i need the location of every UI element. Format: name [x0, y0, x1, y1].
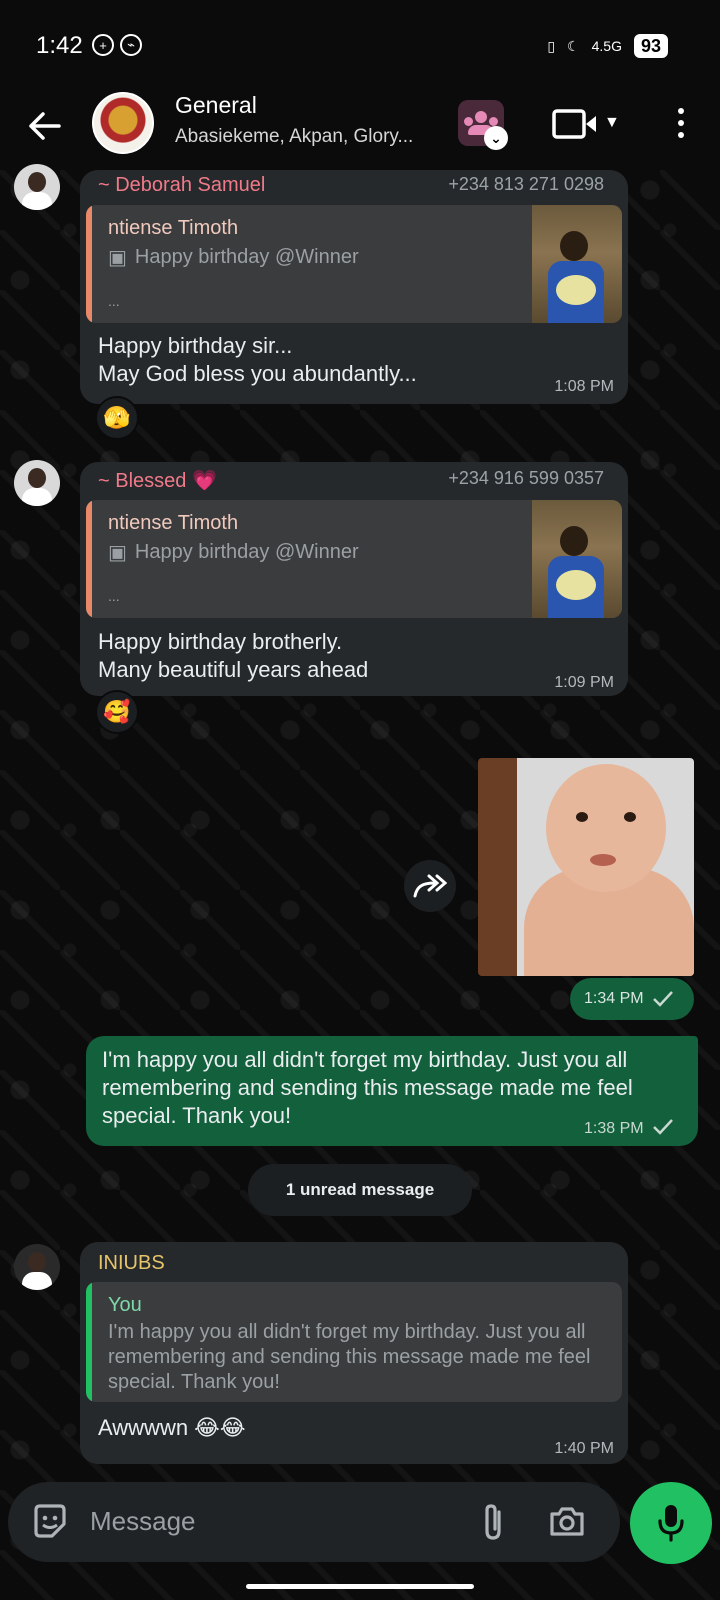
- sender-phone: +234 916 599 0357: [448, 468, 604, 488]
- check-icon: [653, 991, 673, 1007]
- sender-avatar[interactable]: [14, 460, 60, 506]
- video-call-icon[interactable]: [552, 108, 604, 140]
- message-time: 1:09 PM: [554, 674, 614, 691]
- status-time: 1:42: [36, 32, 83, 59]
- caret-down-icon[interactable]: ▼: [604, 114, 620, 132]
- message-bubble[interactable]: INIUBS You I'm happy you all didn't forg…: [80, 1242, 628, 1464]
- arrow-left-icon: [29, 112, 61, 140]
- message-time: 1:34 PM: [584, 990, 644, 1007]
- chevron-down-icon[interactable]: ⌄: [484, 126, 508, 150]
- moon-icon: ☾: [567, 37, 580, 54]
- message-text: Happy birthday brotherly. Many beautiful…: [98, 629, 369, 682]
- camera-icon[interactable]: [548, 1504, 586, 1538]
- message-text: Happy birthday sir... May God bless you …: [98, 333, 417, 386]
- quote-author: ntiense Timoth: [108, 512, 239, 534]
- paperclip-icon[interactable]: [478, 1502, 508, 1542]
- message-time: 1:38 PM: [584, 1120, 644, 1137]
- vibrate-icon: ▯: [547, 37, 556, 54]
- outgoing-message-bubble[interactable]: I'm happy you all didn't forget my birth…: [86, 1036, 698, 1146]
- quote-ellipsis: ...: [108, 293, 120, 309]
- message-input[interactable]: Message: [90, 1506, 196, 1537]
- quote-author: ntiense Timoth: [108, 217, 239, 239]
- quote-text: ▣ Happy birthday @Winner: [108, 541, 359, 564]
- quote-ellipsis: ...: [108, 588, 120, 604]
- system-status: ▯ ☾ 4.5G 93: [547, 34, 668, 58]
- message-time: 1:40 PM: [554, 1440, 614, 1457]
- image-message[interactable]: [478, 758, 694, 976]
- quoted-message[interactable]: You I'm happy you all didn't forget my b…: [86, 1282, 622, 1402]
- check-icon: [653, 1119, 673, 1135]
- image-time-badge: 1:34 PM: [570, 978, 694, 1020]
- group-title[interactable]: General: [175, 92, 257, 119]
- forward-icon: [413, 874, 447, 898]
- forward-button[interactable]: [404, 860, 456, 912]
- sender-name[interactable]: ~ Blessed 💗: [98, 468, 217, 493]
- quote-text: ▣ Happy birthday @Winner: [108, 246, 359, 269]
- message-composer: Message: [8, 1482, 620, 1562]
- network-label: 4.5G: [591, 38, 622, 54]
- group-members[interactable]: Abasiekeme, Akpan, Glory...: [175, 126, 413, 148]
- sender-avatar[interactable]: [14, 1244, 60, 1290]
- unread-banner: 1 unread message: [248, 1164, 472, 1216]
- microphone-icon: [658, 1505, 684, 1542]
- messenger-icon: ⌁: [120, 34, 142, 56]
- back-button[interactable]: [24, 106, 64, 146]
- notification-icons: + ⌁: [92, 34, 142, 56]
- message-bubble[interactable]: ~ Blessed 💗 +234 916 599 0357 ntiense Ti…: [80, 462, 628, 696]
- quote-author: You: [108, 1294, 142, 1316]
- sticker-icon[interactable]: [30, 1502, 70, 1542]
- quote-thumbnail: [532, 500, 622, 618]
- image-icon: ▣: [108, 247, 127, 269]
- plus-notification-icon: +: [92, 34, 114, 56]
- battery-level: 93: [633, 34, 668, 58]
- chat-header: General Abasiekeme, Akpan, Glory... ⌄ ▼: [0, 90, 720, 170]
- quote-thumbnail: [532, 205, 622, 323]
- home-indicator[interactable]: [246, 1584, 474, 1589]
- quoted-message[interactable]: ntiense Timoth ▣ Happy birthday @Winner …: [86, 500, 622, 618]
- sender-name[interactable]: INIUBS: [98, 1252, 165, 1275]
- status-bar: 1:42 + ⌁ ▯ ☾ 4.5G 93: [0, 0, 720, 90]
- message-bubble[interactable]: ~ Deborah Samuel +234 813 271 0298 ntien…: [80, 170, 628, 404]
- quote-text: I'm happy you all didn't forget my birth…: [108, 1321, 591, 1393]
- sender-name[interactable]: ~ Deborah Samuel: [98, 174, 265, 197]
- quote-bar: [86, 500, 92, 618]
- sender-phone: +234 813 271 0298: [448, 174, 604, 194]
- group-avatar[interactable]: [92, 92, 154, 154]
- message-text: Awwwwn 😂😂: [98, 1415, 246, 1440]
- voice-record-button[interactable]: [630, 1482, 712, 1564]
- quoted-message[interactable]: ntiense Timoth ▣ Happy birthday @Winner …: [86, 205, 622, 323]
- quote-bar: [86, 205, 92, 323]
- reaction-emoji[interactable]: 🥰: [95, 690, 139, 734]
- image-icon: ▣: [108, 542, 127, 564]
- message-time: 1:08 PM: [554, 378, 614, 395]
- quote-bar: [86, 1282, 92, 1402]
- sender-avatar[interactable]: [14, 164, 60, 210]
- more-options-icon[interactable]: [676, 106, 686, 140]
- reaction-emoji[interactable]: 🫣: [95, 396, 139, 440]
- message-text: I'm happy you all didn't forget my birth…: [102, 1047, 633, 1128]
